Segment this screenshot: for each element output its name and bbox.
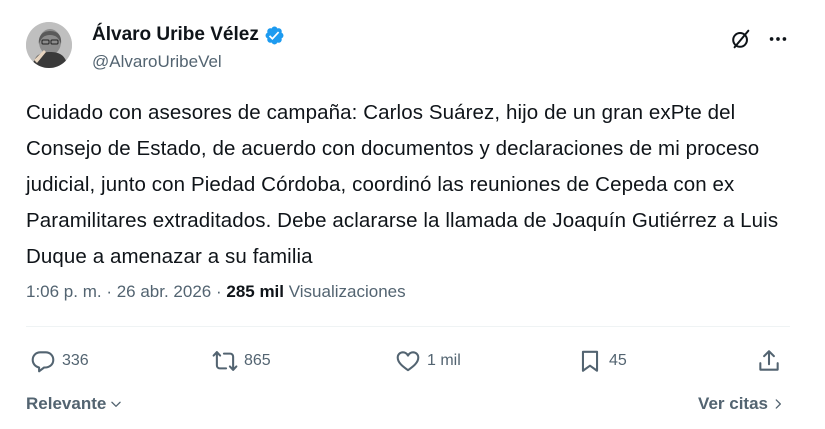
divider — [26, 326, 790, 327]
author-handle[interactable]: @AlvaroUribeVel — [92, 52, 222, 72]
sort-label: Relevante — [26, 394, 107, 413]
tweet-date[interactable]: 26 abr. 2026 — [117, 282, 212, 301]
more-icon[interactable] — [766, 28, 790, 50]
tweet-meta: 1:06 p. m. · 26 abr. 2026 · 285 mil Visu… — [26, 282, 406, 302]
chevron-down-icon — [111, 401, 122, 407]
tweet-text: Cuidado con asesores de campaña: Carlos … — [26, 101, 779, 268]
repost-count: 865 — [244, 352, 271, 369]
grok-icon[interactable] — [730, 28, 752, 50]
bookmark-count: 45 — [609, 352, 627, 369]
avatar[interactable] — [26, 22, 72, 68]
bookmark-icon — [581, 350, 599, 372]
share-icon — [759, 350, 779, 371]
like-button[interactable]: 1 mil — [395, 346, 461, 376]
author-name-row[interactable]: Álvaro Uribe Vélez — [92, 24, 285, 46]
reply-icon — [31, 351, 55, 373]
tweet-time[interactable]: 1:06 p. m. — [26, 282, 102, 301]
reply-button[interactable]: 336 — [30, 346, 89, 376]
repost-button[interactable]: 865 — [212, 346, 271, 376]
tweet-card: Álvaro Uribe Vélez @AlvaroUribeVel Cuida… — [0, 0, 825, 429]
meta-separator: · — [101, 282, 117, 301]
sort-relevant-button[interactable]: Relevante — [26, 394, 123, 414]
views-label: Visualizaciones — [288, 282, 406, 301]
repost-icon — [212, 351, 238, 371]
like-icon — [396, 351, 420, 372]
meta-separator: · — [211, 282, 227, 301]
author-name[interactable]: Álvaro Uribe Vélez — [92, 24, 259, 46]
chevron-right-icon — [775, 399, 781, 409]
views-count: 285 mil — [226, 282, 285, 301]
view-quotes-link[interactable]: Ver citas — [698, 394, 785, 414]
quotes-label: Ver citas — [698, 394, 768, 413]
verified-badge-icon — [265, 26, 284, 44]
reply-count: 336 — [62, 352, 89, 369]
share-button[interactable] — [756, 346, 782, 376]
bookmark-button[interactable]: 45 — [577, 346, 627, 376]
like-count: 1 mil — [427, 352, 461, 369]
